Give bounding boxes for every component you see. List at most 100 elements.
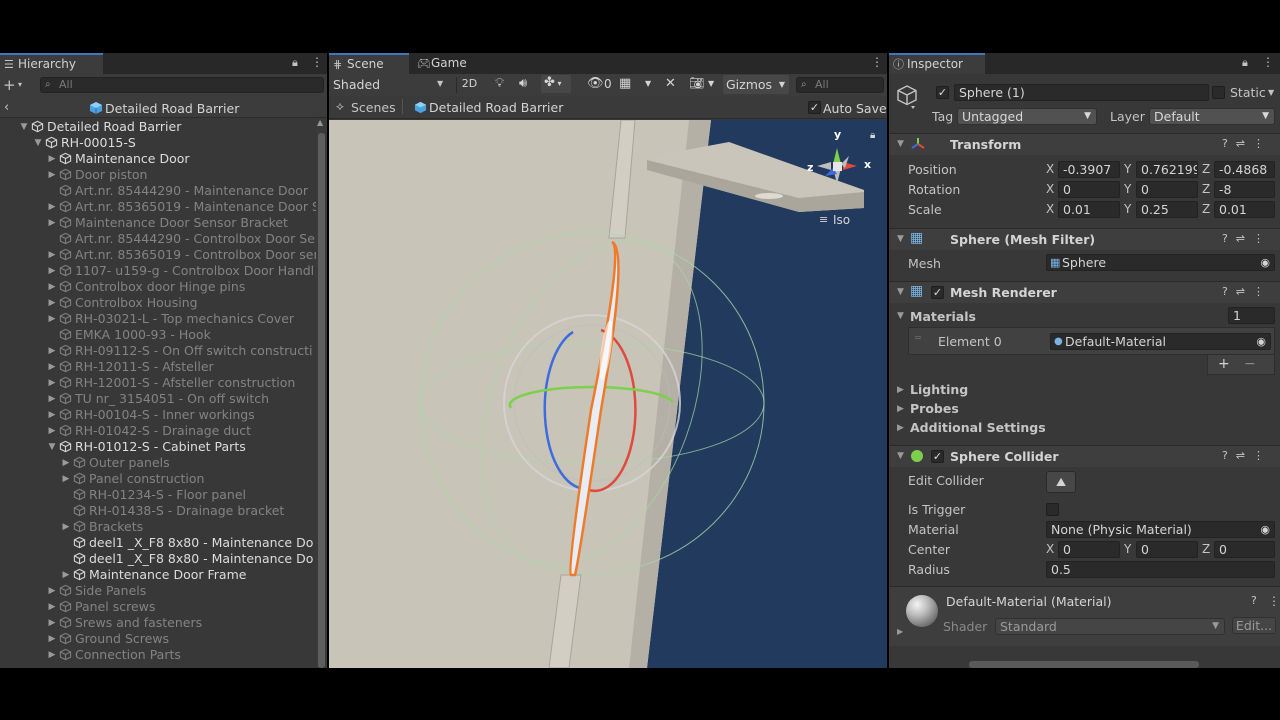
collider-material-field[interactable]: None (Physic Material) ◉ [1046, 521, 1275, 538]
lighting-bulb-icon[interactable]: 💡︎ [495, 76, 504, 91]
expand-arrow-icon[interactable]: ▶ [47, 215, 57, 231]
vector-component-input[interactable]: 0.762199 [1136, 161, 1198, 178]
collapse-arrow-icon[interactable]: ▼ [47, 439, 57, 455]
expand-arrow-icon[interactable]: ▶ [47, 247, 57, 263]
add-dropdown-caret-icon[interactable]: ▾ [18, 80, 22, 89]
hierarchy-item[interactable]: deel1 _X_F8 8x80 - Maintenance Do [0, 551, 316, 567]
hierarchy-item[interactable]: RH-01438-S - Drainage bracket [0, 503, 316, 519]
hierarchy-item[interactable]: ▶ RH-00104-S - Inner workings [0, 407, 316, 423]
axis-label[interactable]: Z [1202, 182, 1210, 196]
tab-hierarchy[interactable]: ☰ Hierarchy [0, 53, 103, 74]
axis-label[interactable]: X [1046, 202, 1054, 216]
sphere-collider-enabled-checkbox[interactable]: ✓ [931, 450, 944, 463]
vector-component-input[interactable]: 0.01 [1214, 201, 1275, 218]
hierarchy-item[interactable]: ▶ Connection Parts [0, 647, 316, 663]
effects-toggle-icon[interactable]: ✤ ▾ [541, 75, 571, 93]
material-picker-icon[interactable]: ◉ [1256, 334, 1266, 349]
hierarchy-item[interactable]: ▶ Panel screws [0, 599, 316, 615]
scene-menu-kebab-icon[interactable]: ⋮ [871, 55, 883, 69]
material-help-icon[interactable]: ? [1251, 594, 1257, 607]
hierarchy-item[interactable]: ▶ 1107- u159-g - Controlbox Door Handl [0, 263, 316, 279]
static-caret-icon[interactable]: ▼ [1268, 88, 1274, 97]
vector-component-input[interactable]: 0.25 [1136, 201, 1198, 218]
shading-mode-dropdown[interactable]: Shaded [333, 77, 380, 92]
drag-handle-icon[interactable]: ═ [915, 333, 921, 344]
back-chevron-icon[interactable]: ‹ [4, 100, 9, 115]
expand-arrow-icon[interactable]: ▶ [47, 359, 57, 375]
hierarchy-item[interactable]: ▶ RH-03021-L - Top mechanics Cover [0, 311, 316, 327]
hierarchy-item[interactable]: ▶ Art.nr. 85365019 - Maintenance Door S [0, 199, 316, 215]
mesh-filter-fold-icon[interactable]: ▼ [897, 234, 904, 244]
hierarchy-item[interactable]: ▶ Art.nr. 85365019 - Controlbox Door ser [0, 247, 316, 263]
vector-component-input[interactable]: -0.3907 [1058, 161, 1120, 178]
expand-arrow-icon[interactable]: ▶ [61, 567, 71, 583]
auto-save-checkbox[interactable]: ✓ [808, 101, 821, 114]
expand-arrow-icon[interactable]: ▶ [61, 455, 71, 471]
material-menu-kebab-icon[interactable]: ⋮ [1268, 594, 1280, 608]
hierarchy-item[interactable]: EMKA 1000-93 - Hook [0, 327, 316, 343]
scroll-up-arrow-icon[interactable]: ▲ [317, 118, 323, 127]
hierarchy-item[interactable]: ▶ Srews and fasteners [0, 615, 316, 631]
vector-component-input[interactable]: 0 [1214, 541, 1275, 558]
expand-arrow-icon[interactable]: ▶ [61, 519, 71, 535]
vector-component-input[interactable]: 0 [1136, 181, 1198, 198]
collapse-arrow-icon[interactable]: ▼ [33, 135, 43, 151]
hierarchy-item[interactable]: ▶ Maintenance Door Sensor Bracket [0, 215, 316, 231]
object-name-input[interactable]: Sphere (1) [954, 84, 1209, 101]
hierarchy-search-input[interactable]: ⌕ All [40, 77, 324, 93]
hierarchy-item[interactable]: ▶ Door piston [0, 167, 316, 183]
mesh-renderer-fold-icon[interactable]: ▼ [897, 287, 904, 297]
lighting-section[interactable]: Lighting [910, 382, 968, 397]
expand-arrow-icon[interactable]: ▶ [47, 279, 57, 295]
expand-arrow-icon[interactable]: ▶ [47, 311, 57, 327]
vector-component-input[interactable]: 0 [1058, 541, 1120, 558]
shader-edit-button[interactable]: Edit... [1232, 617, 1276, 634]
inspector-scroll-thumb[interactable] [969, 661, 1199, 668]
hierarchy-item[interactable]: deel1 _X_F8 8x80 - Maintenance Do [0, 535, 316, 551]
toggle-2d-button[interactable]: 2D [456, 77, 482, 93]
hierarchy-item[interactable]: ▶ Outer panels [0, 455, 316, 471]
expand-arrow-icon[interactable]: ▶ [47, 167, 57, 183]
axis-label[interactable]: X [1046, 542, 1054, 556]
expand-arrow-icon[interactable]: ▶ [47, 423, 57, 439]
expand-arrow-icon[interactable]: ▶ [47, 151, 57, 167]
expand-arrow-icon[interactable]: ▶ [47, 199, 57, 215]
hierarchy-item[interactable]: ▼ Detailed Road Barrier [0, 119, 316, 135]
element-0-material-field[interactable]: ● Default-Material ◉ [1050, 333, 1271, 350]
expand-arrow-icon[interactable]: ▶ [47, 391, 57, 407]
projection-iso-label[interactable]: Iso [833, 213, 850, 227]
radius-input[interactable]: 0.5 [1046, 561, 1275, 578]
materials-fold-icon[interactable]: ▼ [897, 311, 904, 321]
mesh-filter-header-icons[interactable]: ?⇌⋮ [1222, 232, 1272, 245]
hierarchy-item[interactable]: ▶ Controlbox Housing [0, 295, 316, 311]
sphere-collider-fold-icon[interactable]: ▼ [897, 451, 904, 461]
expand-arrow-icon[interactable]: ▶ [47, 583, 57, 599]
hierarchy-scroll-thumb[interactable] [318, 133, 325, 668]
expand-arrow-icon[interactable]: ▶ [61, 471, 71, 487]
add-plus-icon[interactable]: + [3, 76, 16, 94]
expand-arrow-icon[interactable]: ▶ [47, 375, 57, 391]
axis-label[interactable]: Y [1124, 542, 1131, 556]
probes-section[interactable]: Probes [910, 401, 959, 416]
vector-component-input[interactable]: -0.4868 [1214, 161, 1275, 178]
mesh-object-field[interactable]: ▦ Sphere ◉ [1046, 254, 1275, 271]
collapse-arrow-icon[interactable]: ▼ [19, 119, 29, 135]
vector-component-input[interactable]: 0 [1058, 181, 1120, 198]
grid-toggle-icon[interactable]: ▦ [619, 76, 631, 91]
axis-label[interactable]: Z [1202, 542, 1210, 556]
camera-icon[interactable]: 📷︎ [689, 76, 704, 90]
mesh-filter-header[interactable]: ▼ ▦ Sphere (Mesh Filter) ?⇌⋮ [889, 228, 1280, 250]
hierarchy-item[interactable]: ▶ RH-01042-S - Drainage duct [0, 423, 316, 439]
gizmos-dropdown[interactable]: Gizmos ▼ [723, 75, 789, 94]
layer-dropdown[interactable]: Default ▼ [1149, 108, 1275, 125]
remove-element-icon[interactable]: − [1244, 356, 1256, 372]
object-active-checkbox[interactable]: ✓ [936, 86, 949, 99]
gizmo-lock-icon[interactable]: 🔒︎ [870, 130, 875, 141]
sphere-collider-header[interactable]: ▼ ✓ Sphere Collider ?⇌⋮ [889, 445, 1280, 467]
hierarchy-item[interactable]: ▶ Panel construction [0, 471, 316, 487]
hierarchy-item[interactable]: Art.nr. 85444290 - Controlbox Door Se [0, 231, 316, 247]
hierarchy-item[interactable]: ▶ RH-09112-S - On Off switch constructi [0, 343, 316, 359]
hierarchy-scrollbar[interactable]: ▲ [316, 118, 327, 668]
hierarchy-item[interactable]: Art.nr. 85444290 - Maintenance Door [0, 183, 316, 199]
expand-arrow-icon[interactable]: ▶ [47, 631, 57, 647]
